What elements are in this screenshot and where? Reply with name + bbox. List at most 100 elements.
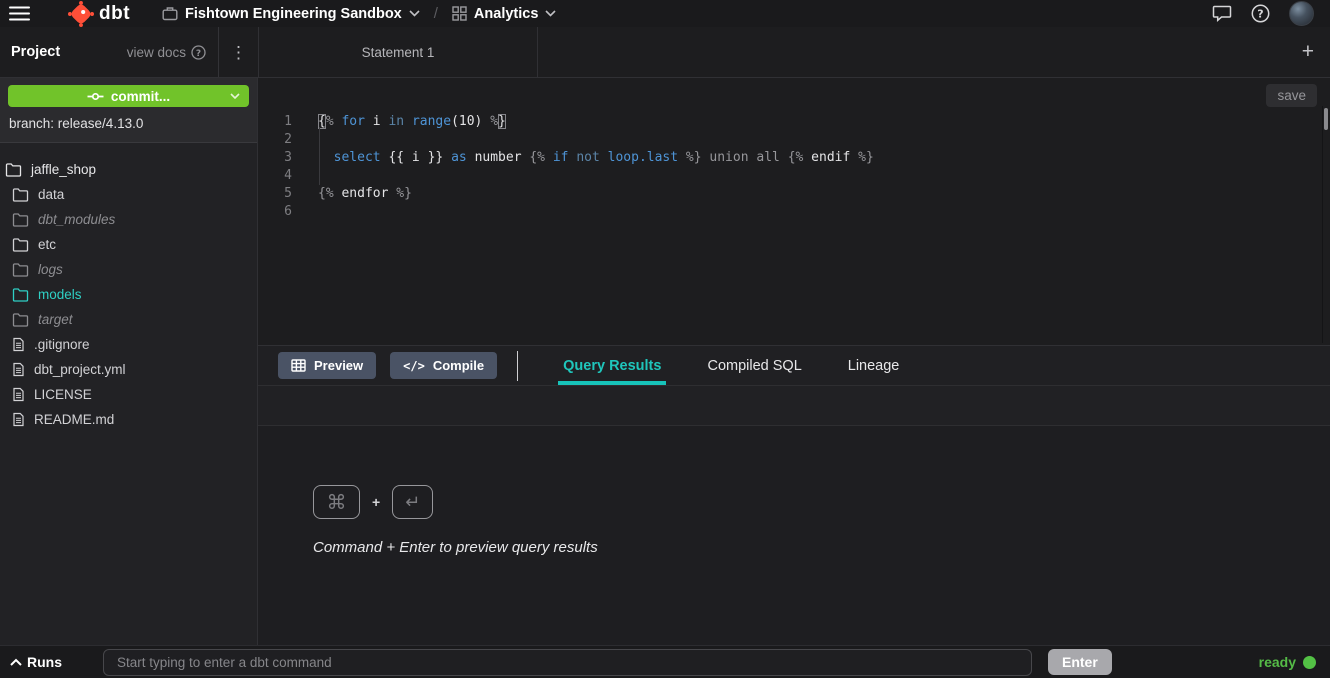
dbt-logo-icon [68, 1, 94, 27]
header-row: Project view docs ? ⋮ Statement 1 + [0, 27, 1330, 78]
tab-query-results[interactable]: Query Results [561, 346, 663, 385]
code-line-5[interactable]: 5{% endfor %} [258, 185, 1320, 203]
tree-item-label: README.md [34, 412, 114, 427]
tree-item-label: LICENSE [34, 387, 92, 402]
git-section: commit... branch: release/4.13.0 [0, 78, 257, 143]
file-icon [12, 337, 25, 352]
sidebar-menu-button[interactable]: ⋮ [218, 27, 258, 77]
line-number: 6 [258, 203, 292, 221]
tree-item-label: .gitignore [34, 337, 90, 352]
sidebar-title: Project [11, 44, 60, 60]
tree-item-label: target [38, 312, 73, 327]
folder-icon [12, 312, 29, 327]
tree-item-label: dbt_modules [38, 212, 115, 227]
kebab-icon: ⋮ [230, 44, 247, 61]
editor-tab-bar: Statement 1 + [258, 27, 1330, 77]
code-editor[interactable]: save 1 {% for i in range(10) %} 23 select … [258, 78, 1330, 345]
save-button[interactable]: save [1266, 84, 1317, 107]
view-docs-link[interactable]: view docs ? [127, 45, 218, 60]
tree-item-label: dbt_project.yml [34, 362, 126, 377]
tree-item-label: jaffle_shop [31, 162, 96, 177]
runs-toggle[interactable]: Runs [0, 654, 103, 670]
code-line-1[interactable]: 1 {% for i in range(10) %} [258, 113, 1320, 131]
file-explorer-sidebar: commit... branch: release/4.13.0 jaffle_… [0, 78, 258, 645]
runs-label: Runs [27, 654, 62, 670]
preview-button-label: Preview [314, 358, 363, 373]
tree-item-models[interactable]: models [0, 282, 257, 307]
chat-icon[interactable] [1212, 5, 1232, 22]
sidebar-header: Project view docs ? ⋮ [0, 27, 258, 77]
topbar-right-group: ? [1212, 1, 1314, 26]
tree-item-label: data [38, 187, 64, 202]
panel-toolbar: Preview </> Compile Query Results Compile… [258, 346, 1330, 386]
results-body: ⌘ + ↵ Command + Enter to preview query r… [258, 426, 1330, 645]
file-icon [12, 387, 25, 402]
preview-button[interactable]: Preview [278, 352, 376, 379]
panel-tabs: Query Results Compiled SQL Lineage [561, 346, 901, 385]
results-panel: Preview </> Compile Query Results Compile… [258, 345, 1330, 645]
tree-item-dbt-project-yml[interactable]: dbt_project.yml [0, 357, 257, 382]
tree-item-jaffle-shop[interactable]: jaffle_shop [0, 157, 257, 182]
tree-item-dbt-modules[interactable]: dbt_modules [0, 207, 257, 232]
new-tab-button[interactable]: + [1296, 40, 1320, 64]
editor-scrollbar-track [1322, 106, 1323, 343]
results-header-strip [258, 386, 1330, 426]
code-area[interactable]: 1 {% for i in range(10) %} 23 select {{ i … [258, 113, 1320, 345]
svg-text:?: ? [196, 48, 201, 58]
code-brackets-icon: </> [403, 359, 425, 373]
folder-icon [12, 212, 29, 227]
tree-item-label: etc [38, 237, 56, 252]
dbt-logo-text: dbt [99, 3, 130, 25]
line-number: 3 [258, 149, 292, 167]
compile-button-label: Compile [433, 358, 484, 373]
editor-scrollbar-thumb[interactable] [1324, 108, 1328, 130]
tree-item-logs[interactable]: logs [0, 257, 257, 282]
code-line-4[interactable]: 4 [258, 167, 1320, 185]
account-selector[interactable]: Fishtown Engineering Sandbox [162, 6, 420, 22]
tab-lineage[interactable]: Lineage [846, 346, 902, 385]
shortcut-hint-block: ⌘ + ↵ Command + Enter to preview query r… [313, 485, 598, 556]
code-text: select {{ i }} as number {% if not loop.… [318, 149, 874, 167]
line-number: 2 [258, 131, 292, 149]
code-line-3[interactable]: 3 select {{ i }} as number {% if not loo… [258, 149, 1320, 167]
tree-item-license[interactable]: LICENSE [0, 382, 257, 407]
tab-compiled-sql[interactable]: Compiled SQL [705, 346, 803, 385]
help-icon[interactable]: ? [1251, 4, 1270, 23]
project-name: Analytics [474, 6, 538, 22]
tree-item-readme-md[interactable]: README.md [0, 407, 257, 432]
dbt-logo[interactable]: dbt [68, 1, 130, 27]
folder-icon [5, 162, 22, 177]
command-bar: Runs Enter ready [0, 645, 1330, 678]
tree-item-etc[interactable]: etc [0, 232, 257, 257]
tab-statement-1[interactable]: Statement 1 [258, 27, 538, 77]
breadcrumb-separator: / [434, 5, 438, 22]
code-line-2[interactable]: 2 [258, 131, 1320, 149]
file-icon [12, 362, 25, 377]
tree-item-target[interactable]: target [0, 307, 257, 332]
tree-item-data[interactable]: data [0, 182, 257, 207]
hamburger-menu-icon[interactable] [9, 6, 30, 21]
user-avatar[interactable] [1289, 1, 1314, 26]
svg-text:?: ? [1257, 7, 1263, 20]
compile-button[interactable]: </> Compile [390, 352, 497, 379]
file-icon [12, 412, 25, 427]
project-selector[interactable]: Analytics [452, 6, 556, 22]
code-line-6[interactable]: 6 [258, 203, 1320, 221]
file-tree: jaffle_shopdata dbt_modulesetc logs models t… [0, 143, 257, 432]
line-number: 1 [258, 113, 292, 131]
code-lines: 1 {% for i in range(10) %} 23 select {{ i … [258, 113, 1320, 221]
grid-icon [452, 6, 467, 21]
commit-dropdown-chevron[interactable] [230, 93, 240, 99]
tree-item-gitignore[interactable]: .gitignore [0, 332, 257, 357]
line-number: 5 [258, 185, 292, 203]
folder-icon [12, 287, 29, 302]
code-text: {% for i in range(10) %} [318, 113, 506, 131]
commit-button[interactable]: commit... [8, 85, 249, 107]
status-label: ready [1259, 654, 1296, 670]
enter-button[interactable]: Enter [1048, 649, 1112, 675]
command-key-icon: ⌘ [313, 485, 360, 519]
dbt-command-input[interactable] [103, 649, 1032, 676]
tree-item-label: models [38, 287, 82, 302]
commit-button-label: commit... [111, 89, 170, 104]
return-key-icon: ↵ [392, 485, 433, 519]
